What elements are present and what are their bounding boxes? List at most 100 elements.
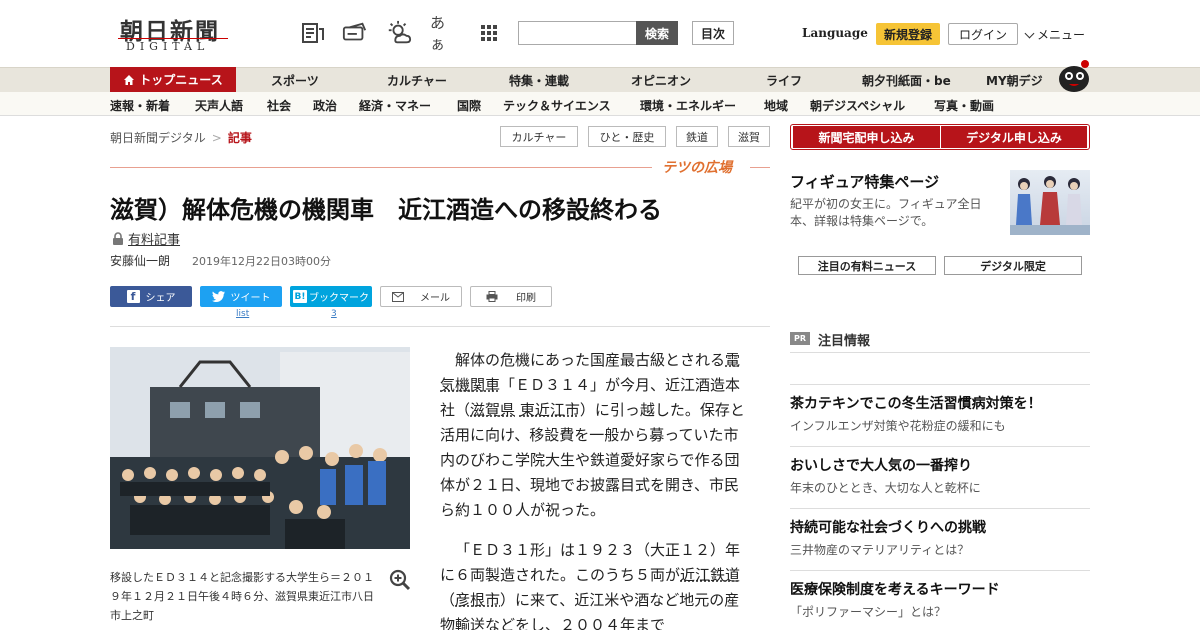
link-hikone[interactable]: 彦根市 — [455, 591, 500, 609]
twitter-share-button[interactable]: ツイート — [200, 286, 282, 307]
article-divider — [110, 326, 770, 327]
nav2-item-society[interactable]: 社会 — [267, 97, 291, 114]
zoom-icon[interactable] — [388, 568, 412, 592]
newspaper-icon[interactable] — [300, 20, 326, 46]
nav-item-label: トップニュース — [139, 73, 223, 87]
pr-item-subtitle[interactable]: 「ポリファーマシー」とは？ — [790, 603, 946, 620]
link-shiga[interactable]: 滋賀県 — [470, 401, 515, 419]
facebook-icon: f — [126, 290, 140, 303]
mascot-icon[interactable] — [1056, 58, 1092, 92]
digital-only-button[interactable]: デジタル限定 — [944, 256, 1082, 275]
paid-news-button[interactable]: 注目の有料ニュース — [798, 256, 936, 275]
photo-caption: 移設したＥＤ３１４と記念撮影する大学生ら＝２０１９年１２月２１日午後４時６分、滋… — [110, 571, 374, 622]
mail-icon — [392, 291, 404, 302]
mail-share-label: メール — [420, 293, 450, 304]
feature-title[interactable]: フィギュア特集ページ — [790, 171, 939, 192]
twitter-count[interactable]: list — [236, 309, 249, 319]
toc-button[interactable]: 目次 — [692, 21, 734, 45]
facebook-share-label: シェア — [145, 293, 176, 304]
nav2-item-environment[interactable]: 環境・エネルギー — [640, 97, 736, 114]
tag-railway[interactable]: 鉄道 — [676, 126, 718, 147]
lock-icon — [113, 232, 123, 245]
article-photo[interactable] — [110, 347, 410, 549]
nav-item-culture[interactable]: カルチャー — [387, 72, 447, 89]
menu-label: メニュー — [1037, 28, 1086, 42]
series-rule-left — [110, 167, 652, 168]
facebook-share-button[interactable]: f シェア — [110, 286, 192, 307]
nav-item-opinion[interactable]: オピニオン — [631, 72, 691, 89]
mail-share-button[interactable]: メール — [380, 286, 462, 307]
text-run: （ — [440, 591, 456, 609]
pr-item-headline[interactable]: おいしさで大人気の一番搾り — [790, 455, 972, 475]
tag-people-history[interactable]: ひと・歴史 — [588, 126, 666, 147]
register-button[interactable]: 新規登録 — [876, 23, 940, 45]
nav2-item-photo-video[interactable]: 写真・動画 — [934, 97, 994, 114]
feature-image[interactable] — [1010, 170, 1090, 235]
tag-culture[interactable]: カルチャー — [500, 126, 578, 147]
print-button[interactable]: 印刷 — [470, 286, 552, 307]
text-run: 解体の危機にあった国産最古級とされる — [455, 351, 726, 369]
breadcrumb-home[interactable]: 朝日新聞デジタル — [110, 131, 206, 145]
feature-description: 紀平が初の女王に。フィギュア全日本、詳報は特集ページで。 — [790, 197, 982, 228]
series-label[interactable]: テツの広場 — [662, 157, 732, 177]
subscribe-digital-button[interactable]: デジタル申し込み — [941, 126, 1087, 148]
hatena-bookmark-button[interactable]: B! ブックマーク — [290, 286, 372, 307]
chevron-down-icon — [1024, 28, 1035, 39]
breadcrumb: 朝日新聞デジタル > 記事 — [110, 129, 252, 146]
search-button[interactable]: 検索 — [636, 21, 678, 45]
breadcrumb-separator: > — [211, 131, 222, 145]
pr-item-subtitle[interactable]: 三井物産のマテリアリティとは？ — [790, 541, 969, 558]
print-label: 印刷 — [516, 293, 536, 304]
home-icon — [124, 74, 135, 85]
nav2-item-region[interactable]: 地域 — [764, 97, 788, 114]
article-body: 解体の危機にあった国産最古級とされる電気機関車「ＥＤ３１４」が今月、近江酒造本社… — [440, 348, 752, 630]
pr-divider — [790, 352, 1090, 353]
pr-item-subtitle[interactable]: 年末のひととき、大切な人と乾杯に — [790, 479, 981, 496]
twitter-icon — [211, 291, 225, 302]
nav2-item-breaking[interactable]: 速報・新着 — [110, 97, 170, 114]
nav-item-paper[interactable]: 朝夕刊紙面・be — [862, 72, 951, 89]
language-link[interactable]: Language — [802, 26, 868, 40]
breadcrumb-current: 記事 — [227, 131, 252, 145]
menu-button[interactable]: メニュー — [1024, 26, 1086, 43]
login-button[interactable]: ログイン — [948, 23, 1018, 45]
hatena-count[interactable]: 3 — [331, 309, 337, 319]
pr-divider — [790, 508, 1090, 509]
nav-item-my-asahi[interactable]: MY朝デジ — [986, 72, 1043, 89]
logo-divider — [118, 38, 228, 39]
tag-shiga[interactable]: 滋賀 — [728, 126, 770, 147]
pr-item-headline[interactable]: 茶カテキンでこの冬生活習慣病対策を！ — [790, 393, 1042, 413]
nav2-item-economy[interactable]: 経済・マネー — [359, 97, 431, 114]
twitter-share-label: ツイート — [230, 293, 271, 304]
pr-section-title: 注目情報 — [818, 334, 871, 349]
link-higashiomi[interactable]: 東近江市 — [520, 401, 580, 419]
nav2-item-international[interactable]: 国際 — [457, 97, 481, 114]
ticket-icon[interactable] — [342, 20, 368, 46]
nav-item-features[interactable]: 特集・連載 — [509, 72, 569, 89]
search-input[interactable] — [518, 21, 638, 45]
grid-menu-icon[interactable] — [476, 20, 502, 46]
nav-item-life[interactable]: ライフ — [766, 72, 802, 89]
pr-divider — [790, 384, 1090, 385]
nav-item-sports[interactable]: スポーツ — [271, 72, 319, 89]
weather-icon[interactable] — [386, 20, 412, 46]
nav2-item-tech[interactable]: テック＆サイエンス — [503, 97, 611, 114]
subscribe-paper-button[interactable]: 新聞宅配申し込み — [793, 126, 940, 148]
pr-item-subtitle[interactable]: インフルエンザ対策や花粉症の緩和にも — [790, 417, 1006, 434]
hatena-icon: B! — [293, 290, 307, 303]
author-name[interactable]: 安藤仙一朗 — [110, 252, 170, 269]
article-paragraph: 「ＥＤ３１形」は１９２３（大正１２）年に６両製造された。このうち５両が近江鉄道（… — [440, 538, 752, 630]
nav2-item-special[interactable]: 朝デジスペシャル — [810, 97, 905, 114]
font-size-icon[interactable]: あぁ — [430, 14, 456, 53]
pr-item-headline[interactable]: 持続可能な社会づくりへの挑戦 — [790, 517, 986, 537]
paid-article-badge[interactable]: 有料記事 — [112, 229, 180, 248]
nav2-item-tensei[interactable]: 天声人語 — [195, 97, 243, 114]
nav-item-top-news[interactable]: トップニュース — [110, 67, 236, 92]
link-ohmi-railway[interactable]: 近江鉄道 — [680, 566, 740, 584]
logo-subtitle[interactable]: DIGITAL — [126, 40, 209, 53]
series-rule-right — [750, 167, 770, 168]
nav2-item-politics[interactable]: 政治 — [313, 97, 337, 114]
article-title: 滋賀）解体危機の機関車 近江酒造への移設終わる — [110, 196, 662, 224]
pr-item-headline[interactable]: 医療保険制度を考えるキーワード — [790, 579, 1000, 599]
paid-article-label: 有料記事 — [128, 233, 181, 248]
